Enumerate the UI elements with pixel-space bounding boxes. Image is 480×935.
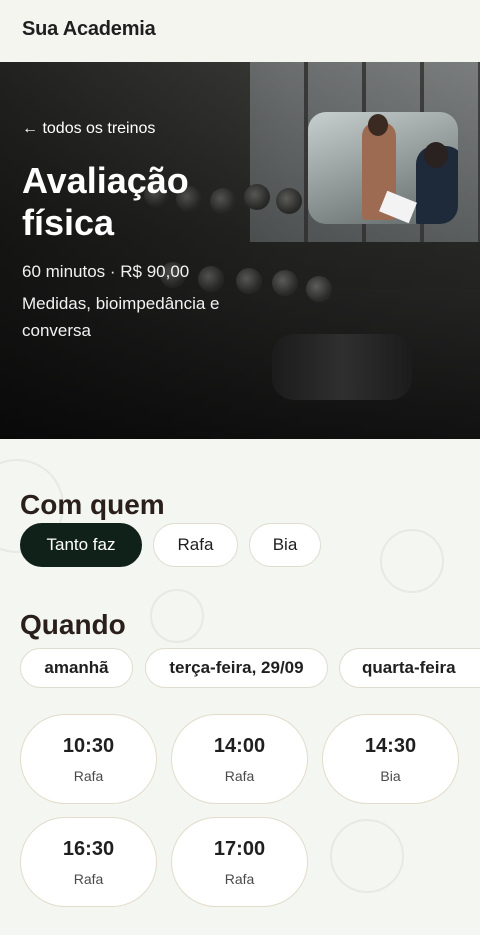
top-bar: Sua Academia [0, 0, 480, 62]
trainer-option-any[interactable]: Tanto faz [20, 523, 142, 567]
schedule-heading: Quando [20, 609, 126, 640]
brand-logo[interactable]: Sua Academia [22, 18, 156, 41]
slot-trainer: Rafa [224, 768, 255, 784]
slot-trainer: Rafa [73, 768, 104, 784]
trainer-photo-thumbnail [308, 112, 458, 224]
date-option-wednesday[interactable]: quarta-feira [339, 648, 480, 688]
trainer-option-rafa[interactable]: Rafa [153, 523, 238, 567]
slot-time: 14:30 [364, 735, 417, 757]
time-slot[interactable]: 17:00 Rafa [171, 817, 308, 907]
time-slot[interactable]: 14:00 Rafa [171, 714, 308, 804]
hero-banner: ← todos os treinos Avaliação física 60 m… [0, 62, 480, 439]
date-option-tomorrow[interactable]: amanhã [20, 648, 133, 688]
time-slot[interactable]: 14:30 Bia [322, 714, 459, 804]
booking-panel: Com quem Tanto faz Rafa Bia Quando amanh… [0, 439, 480, 935]
slot-trainer: Rafa [73, 871, 104, 887]
duration-price: 60 minutos · R$ 90,00 [22, 262, 190, 281]
slot-time: 16:30 [62, 838, 115, 860]
back-to-workouts-link[interactable]: ← todos os treinos [22, 120, 155, 138]
trainer-heading: Com quem [20, 489, 165, 520]
date-option-tuesday[interactable]: terça-feira, 29/09 [145, 648, 328, 688]
slot-time: 10:30 [62, 735, 115, 757]
slot-trainer: Rafa [224, 871, 255, 887]
page-title: Avaliação física [22, 160, 189, 243]
time-slot[interactable]: 10:30 Rafa [20, 714, 157, 804]
service-description: Medidas, bioimpedância e conversa [22, 294, 220, 340]
slot-time: 17:00 [213, 838, 266, 860]
time-slot[interactable]: 16:30 Rafa [20, 817, 157, 907]
trainer-option-bia[interactable]: Bia [249, 523, 321, 567]
slot-time: 14:00 [213, 735, 266, 757]
slot-trainer: Bia [380, 768, 401, 784]
